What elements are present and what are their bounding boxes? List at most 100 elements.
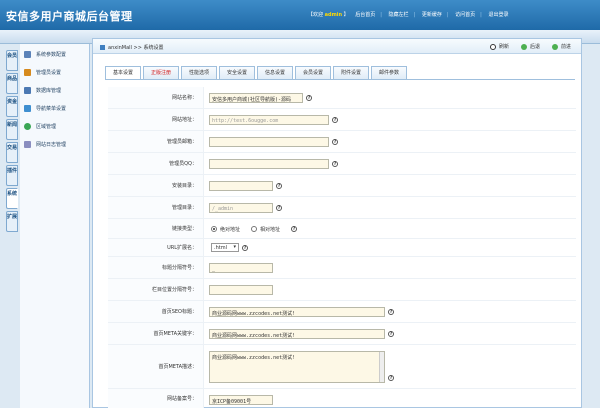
seo-title-input[interactable]: 商业源码网www.zzcodes.net测试! — [209, 307, 385, 317]
row-link-type: 链接类型： 绝对地址 相对地址 ? — [108, 219, 576, 239]
breadcrumb-root[interactable]: anxinMall — [108, 45, 132, 51]
tab-register[interactable]: 正版注册 — [143, 66, 179, 79]
back-icon — [521, 43, 527, 50]
nav-sep-input[interactable] — [209, 285, 273, 295]
meta-desc-text: 商业源码网www.zzcodes.net测试! — [212, 355, 296, 361]
breadcrumb-bar: anxinMall >> 系统设置 刷新 后退 前进 — [93, 39, 581, 54]
vtab-trade[interactable]: 交易 — [6, 142, 18, 163]
title-sep-input[interactable]: _ — [209, 263, 273, 273]
meta-keywords-label: 首页META关键字： — [108, 323, 204, 344]
forward-icon — [552, 43, 558, 50]
vtab-member[interactable]: 会员 — [6, 50, 18, 71]
username: admin — [324, 12, 343, 18]
tab-member[interactable]: 会员设置 — [295, 66, 331, 79]
record-no-label: 网站备案号： — [108, 389, 204, 408]
row-manage-dir: 管理目录： /_admin ? — [108, 197, 576, 219]
sidebar-item-nav-menu[interactable]: 导航菜单设置 — [24, 103, 88, 113]
forward-button[interactable]: 前进 — [552, 43, 571, 50]
radio-relative[interactable] — [251, 226, 257, 232]
textarea-scrollbar[interactable] — [379, 352, 384, 382]
visit-home-link[interactable]: 访问首页 — [455, 11, 475, 18]
title-sep-label: 标题分隔符号： — [108, 257, 204, 278]
link-type-label: 链接类型： — [108, 219, 204, 238]
url-ext-select[interactable]: .html — [211, 243, 239, 252]
sidebar-item-database[interactable]: 数据库管理 — [24, 85, 88, 95]
row-site-name: 网站名称： 安信多用户商城(社区导航版)-源码 ? — [108, 87, 576, 109]
seo-title-label: 首页SEO标题： — [108, 301, 204, 322]
help-icon[interactable]: ? — [388, 375, 394, 381]
update-cache-link[interactable]: 更新缓存 — [422, 11, 442, 18]
help-icon[interactable]: ? — [242, 245, 248, 251]
sidebar-item-system-config[interactable]: 系统参数配置 — [24, 49, 88, 59]
tab-mail[interactable]: 邮件参数 — [371, 66, 407, 79]
help-icon[interactable]: ? — [332, 139, 338, 145]
help-icon[interactable]: ? — [276, 183, 282, 189]
help-icon[interactable]: ? — [388, 331, 394, 337]
vtab-plugins[interactable]: 插件 — [6, 165, 18, 186]
vertical-tabs: 会员 商品 资金 新闻 交易 插件 系统 扩展 — [6, 50, 18, 234]
tab-security[interactable]: 安全设置 — [219, 66, 255, 79]
sidebar-item-admin-settings[interactable]: 管理员设置 — [24, 67, 88, 77]
database-icon — [24, 86, 31, 94]
help-icon[interactable]: ? — [291, 226, 297, 232]
vtab-funds[interactable]: 资金 — [6, 96, 18, 117]
help-icon[interactable]: ? — [388, 309, 394, 315]
meta-keywords-input[interactable]: 商业源码网www.zzcodes.net测试! — [209, 329, 385, 339]
record-no-input[interactable]: 京ICP备09001号 — [209, 395, 273, 405]
main-content: anxinMall >> 系统设置 刷新 后退 前进 基本设置 正版注册 性能选… — [92, 38, 582, 408]
welcome-text: 【欢迎 admin 】 — [308, 12, 349, 18]
refresh-button[interactable]: 刷新 — [490, 43, 509, 50]
admin-qq-input[interactable] — [209, 159, 329, 169]
manage-dir-input[interactable]: /_admin — [209, 203, 273, 213]
vtab-news[interactable]: 新闻 — [6, 119, 18, 140]
row-meta-desc: 首页META描述： 商业源码网www.zzcodes.net测试! ? — [108, 345, 576, 389]
sidebar-item-regions[interactable]: 区域管理 — [24, 121, 88, 131]
log-icon — [24, 140, 31, 148]
top-header: 安信多用户商城后台管理 【欢迎 admin 】 后台首页 | 隐藏左栏 | 更新缓存… — [0, 0, 600, 30]
radio-relative-label: 相对地址 — [260, 227, 281, 233]
admin-qq-label: 管理员QQ： — [108, 153, 204, 174]
nav-sep-label: 栏目位置分隔符号： — [108, 279, 204, 300]
breadcrumb-separator: >> — [133, 44, 142, 51]
vtab-goods[interactable]: 商品 — [6, 73, 18, 94]
help-icon[interactable]: ? — [306, 95, 312, 101]
help-icon[interactable]: ? — [332, 161, 338, 167]
install-dir-label: 安装目录： — [108, 175, 204, 196]
vtab-extend[interactable]: 扩展 — [6, 211, 18, 232]
site-name-input[interactable]: 安信多用户商城(社区导航版)-源码 — [209, 93, 303, 103]
menu-icon — [24, 104, 31, 112]
site-name-label: 网站名称： — [108, 87, 204, 108]
refresh-icon — [490, 43, 496, 50]
tab-performance[interactable]: 性能选项 — [181, 66, 217, 79]
site-home-link[interactable]: 后台首页 — [355, 11, 375, 18]
row-admin-email: 管理员邮箱： ? — [108, 131, 576, 153]
home-icon — [100, 45, 105, 50]
admin-email-input[interactable] — [209, 137, 329, 147]
site-url-input[interactable]: http://test.6ougge.com — [209, 115, 329, 125]
meta-desc-textarea[interactable]: 商业源码网www.zzcodes.net测试! — [209, 351, 385, 383]
sidebar: 系统参数配置 管理员设置 数据库管理 导航菜单设置 区域管理 网站日志管理 — [20, 44, 90, 408]
radio-absolute-label: 绝对地址 — [220, 227, 241, 233]
logout-link[interactable]: 退出登录 — [488, 11, 508, 18]
vtab-system[interactable]: 系统 — [6, 188, 18, 209]
row-admin-qq: 管理员QQ： ? — [108, 153, 576, 175]
admin-icon — [24, 68, 31, 76]
hide-left-link[interactable]: 隐藏左栏 — [389, 11, 409, 18]
radio-absolute[interactable] — [211, 226, 217, 232]
tab-divider — [105, 79, 575, 80]
row-meta-keywords: 首页META关键字： 商业源码网www.zzcodes.net测试! ? — [108, 323, 576, 345]
tab-attachment[interactable]: 附件设置 — [333, 66, 369, 79]
help-icon[interactable]: ? — [332, 117, 338, 123]
sidebar-item-site-logs[interactable]: 网站日志管理 — [24, 139, 88, 149]
app-title: 安信多用户商城后台管理 — [6, 10, 133, 23]
globe-icon — [24, 122, 31, 130]
site-url-label: 网站地址： — [108, 109, 204, 130]
install-dir-input[interactable] — [209, 181, 273, 191]
tab-info[interactable]: 信息设置 — [257, 66, 293, 79]
row-site-url: 网站地址： http://test.6ougge.com ? — [108, 109, 576, 131]
config-icon — [24, 50, 31, 58]
back-button[interactable]: 后退 — [521, 43, 540, 50]
tab-basic[interactable]: 基本设置 — [105, 66, 141, 79]
row-url-ext: URL扩展名： .html ? — [108, 239, 576, 257]
help-icon[interactable]: ? — [276, 205, 282, 211]
